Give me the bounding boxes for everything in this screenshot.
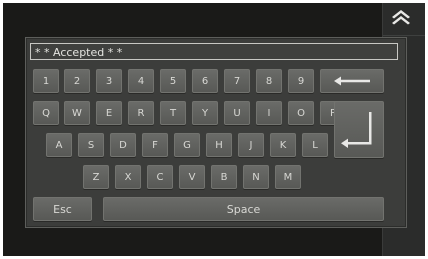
key-c[interactable]: C [147,165,173,189]
key-n[interactable]: N [243,165,269,189]
text-input-field[interactable]: * * Accepted * * [30,43,398,60]
key-h[interactable]: H [206,133,232,157]
key-j[interactable]: J [238,133,264,157]
double-chevron-up-icon [392,10,410,25]
key-5[interactable]: 5 [160,69,186,93]
enter-return-icon [341,111,372,148]
enter-key[interactable] [334,101,384,158]
key-8[interactable]: 8 [256,69,282,93]
space-key[interactable]: Space [103,197,384,221]
key-x[interactable]: X [115,165,141,189]
key-u[interactable]: U [224,101,250,125]
key-m[interactable]: M [275,165,301,189]
key-6[interactable]: 6 [192,69,218,93]
key-e[interactable]: E [96,101,122,125]
key-v[interactable]: V [179,165,205,189]
key-q[interactable]: Q [33,101,59,125]
key-z[interactable]: Z [83,165,109,189]
key-3[interactable]: 3 [96,69,122,93]
key-a[interactable]: A [46,133,72,157]
left-arrow-icon [334,76,370,86]
key-f[interactable]: F [142,133,168,157]
key-1[interactable]: 1 [33,69,59,93]
scroll-up-button[interactable] [388,6,414,28]
key-l[interactable]: L [302,133,328,157]
divider [383,35,425,36]
key-2[interactable]: 2 [64,69,90,93]
key-y[interactable]: Y [192,101,218,125]
backspace-key[interactable] [320,69,384,93]
key-g[interactable]: G [174,133,200,157]
key-k[interactable]: K [270,133,296,157]
key-t[interactable]: T [160,101,186,125]
esc-key[interactable]: Esc [33,197,92,221]
key-o[interactable]: O [288,101,314,125]
key-4[interactable]: 4 [128,69,154,93]
key-r[interactable]: R [128,101,154,125]
key-7[interactable]: 7 [224,69,250,93]
key-b[interactable]: B [211,165,237,189]
key-i[interactable]: I [256,101,282,125]
key-w[interactable]: W [64,101,90,125]
key-s[interactable]: S [78,133,104,157]
key-9[interactable]: 9 [288,69,314,93]
key-d[interactable]: D [110,133,136,157]
